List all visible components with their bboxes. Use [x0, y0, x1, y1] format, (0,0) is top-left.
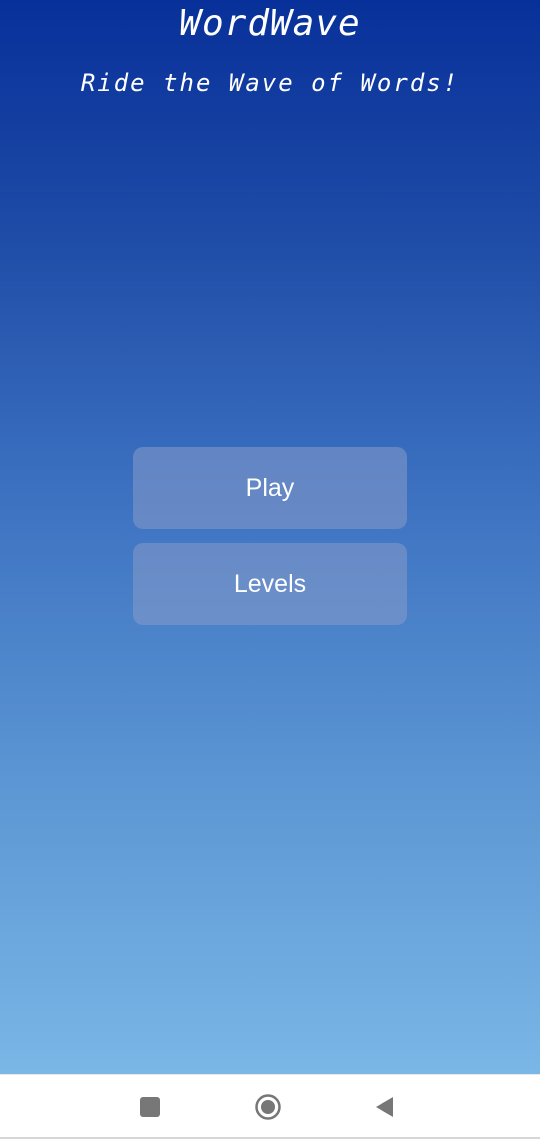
- main-screen: WordWave Ride the Wave of Words! Play Le…: [0, 0, 540, 1074]
- levels-button[interactable]: Levels: [133, 543, 407, 625]
- recents-square-icon: [140, 1097, 160, 1117]
- recents-button[interactable]: [132, 1089, 168, 1125]
- back-button[interactable]: [367, 1089, 403, 1125]
- levels-button-label: Levels: [233, 569, 307, 598]
- back-triangle-icon: [376, 1097, 393, 1117]
- play-button-label: Play: [245, 473, 295, 502]
- home-circle-icon: [255, 1094, 281, 1120]
- system-navigation-bar: [0, 1074, 540, 1139]
- app-subtitle: Ride the Wave of Words!: [80, 69, 460, 97]
- home-button[interactable]: [250, 1089, 286, 1125]
- app-title: WordWave: [179, 3, 361, 44]
- play-button[interactable]: Play: [133, 447, 407, 529]
